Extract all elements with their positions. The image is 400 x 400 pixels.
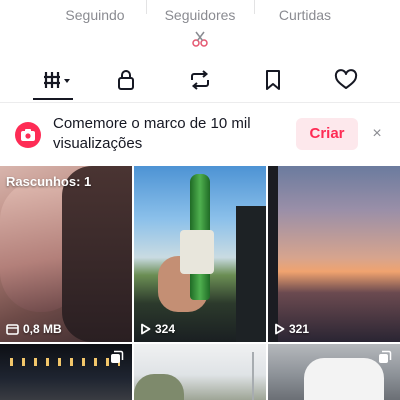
create-button[interactable]: Criar — [296, 118, 358, 150]
scissors-icon — [189, 30, 211, 50]
bookmark-icon — [263, 69, 283, 91]
storage-icon — [6, 323, 19, 335]
play-icon — [274, 323, 285, 335]
storage-size: 0,8 MB — [6, 322, 62, 336]
thumbnail-image — [134, 374, 184, 400]
thumbnail-image — [268, 166, 278, 342]
thumbnail-image — [180, 230, 214, 274]
tab-liked[interactable] — [326, 60, 366, 100]
active-tab-indicator — [33, 98, 73, 100]
video-thumbnail[interactable] — [134, 344, 266, 400]
video-thumbnail[interactable] — [0, 344, 132, 400]
multi-photo-icon — [378, 350, 392, 364]
video-grid: Rascunhos: 1 0,8 MB 324 321 — [0, 166, 400, 400]
thumbnail-image — [304, 358, 384, 400]
view-count: 321 — [274, 322, 309, 336]
stat-followers[interactable]: Seguidores — [145, 0, 255, 24]
stat-followers-label: Seguidores — [164, 7, 236, 23]
stat-likes[interactable]: Curtidas — [250, 0, 360, 24]
thumbnail-image — [252, 352, 254, 400]
stat-following-label: Seguindo — [65, 7, 125, 23]
thumbnail-image — [62, 166, 132, 342]
lock-icon — [115, 69, 137, 91]
view-count: 324 — [140, 322, 175, 336]
video-thumbnail-drafts[interactable]: Rascunhos: 1 0,8 MB — [0, 166, 132, 342]
milestone-text: Comemore o marco de 10 mil visualizações — [53, 115, 251, 152]
play-icon — [140, 323, 151, 335]
tab-reposts[interactable] — [180, 60, 220, 100]
profile-tabs — [0, 60, 400, 102]
storage-size-value: 0,8 MB — [23, 322, 62, 336]
video-thumbnail[interactable]: 324 — [134, 166, 266, 342]
profile-stats: Seguindo Seguidores Curtidas — [0, 0, 400, 24]
video-thumbnail[interactable] — [268, 344, 400, 400]
tab-private[interactable] — [106, 60, 146, 100]
view-count-value: 321 — [289, 322, 310, 336]
tab-favorites[interactable] — [253, 60, 293, 100]
milestone-banner: Comemore o marco de 10 mil visualizações… — [0, 103, 400, 165]
view-count-value: 324 — [155, 322, 176, 336]
camera-icon — [15, 122, 41, 148]
stat-following[interactable]: Seguindo — [40, 0, 150, 24]
grid-icon — [42, 69, 72, 91]
close-icon[interactable]: × — [368, 123, 386, 145]
heart-icon — [334, 69, 358, 91]
stat-likes-label: Curtidas — [278, 7, 332, 23]
repost-icon — [188, 69, 212, 91]
video-thumbnail[interactable]: 321 — [268, 166, 400, 342]
thumbnail-image — [10, 358, 120, 366]
multi-photo-icon — [110, 350, 124, 364]
thumbnail-image — [236, 206, 266, 342]
drafts-label: Rascunhos: 1 — [6, 174, 92, 189]
tab-videos[interactable] — [35, 60, 79, 100]
